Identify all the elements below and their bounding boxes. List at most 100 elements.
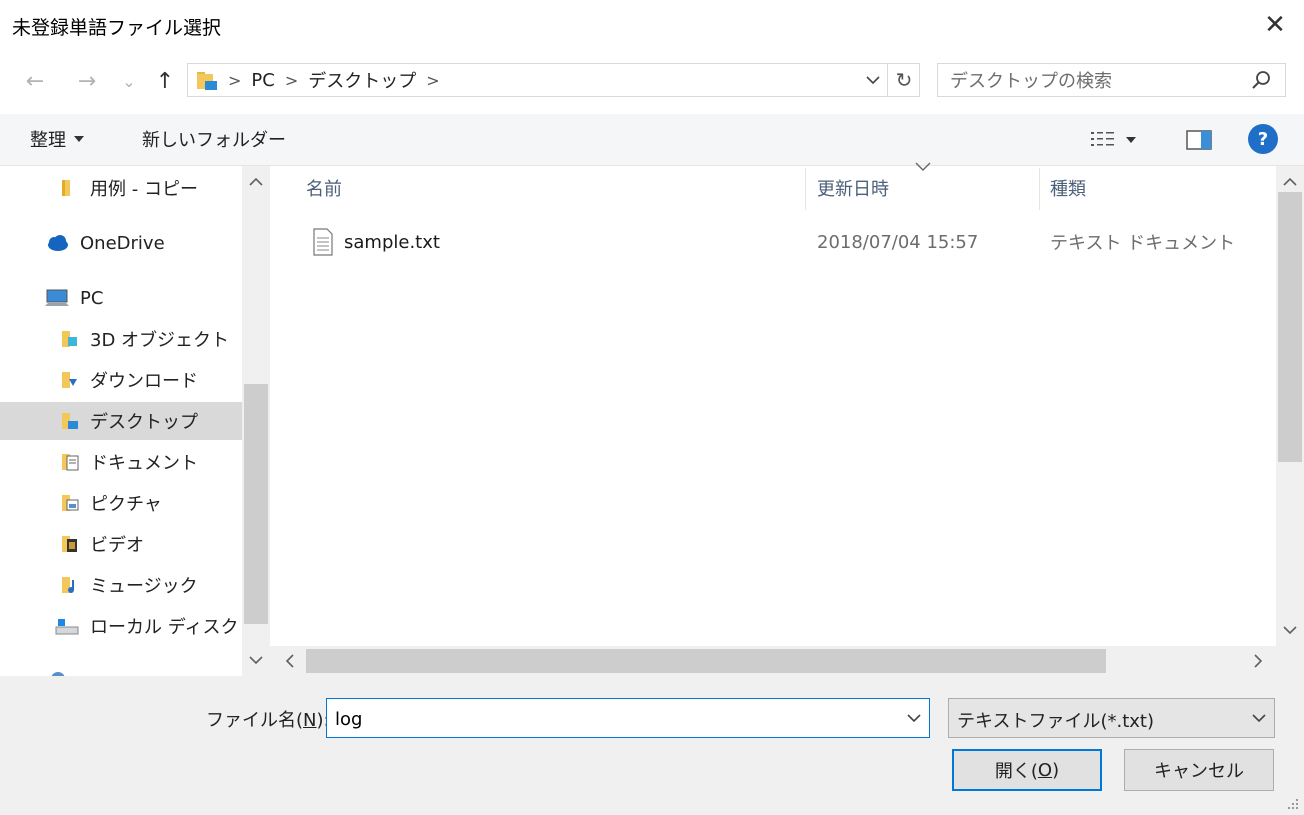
sidebar-item-pictures[interactable]: ピクチャ (0, 484, 242, 522)
filename-input[interactable] (333, 706, 897, 732)
change-view-button[interactable] (1090, 124, 1152, 156)
scroll-up-arrow-icon[interactable] (1278, 170, 1302, 194)
column-divider[interactable] (1039, 168, 1040, 210)
sidebar-item-pc[interactable]: PC (0, 279, 242, 317)
organize-button[interactable]: 整理 (30, 126, 84, 152)
recent-locations-button[interactable]: ⌄ (114, 66, 144, 96)
sidebar-item-label: ローカル ディスク (C (90, 617, 242, 638)
sidebar-item-onedrive[interactable]: OneDrive (0, 224, 242, 262)
breadcrumb-separator-icon[interactable]: > (426, 71, 439, 90)
breadcrumb-desktop[interactable]: デスクトップ (308, 67, 416, 93)
address-bar[interactable]: > PC > デスクトップ > (187, 63, 920, 97)
documents-icon (62, 454, 79, 471)
sidebar-item-network[interactable] (0, 660, 242, 676)
help-button[interactable]: ? (1248, 124, 1278, 154)
forward-button[interactable]: → (72, 66, 102, 96)
details-view-icon (1091, 132, 1114, 146)
filetype-select[interactable]: テキストファイル(*.txt) (948, 698, 1275, 738)
filename-combobox[interactable] (326, 698, 930, 738)
search-box[interactable] (937, 63, 1286, 97)
dropdown-triangle-icon (1126, 137, 1136, 143)
search-icon[interactable] (1248, 68, 1274, 94)
3d-objects-icon (62, 331, 77, 347)
sidebar-item-3d-objects[interactable]: 3D オブジェクト (0, 320, 242, 358)
back-button[interactable]: ← (20, 66, 50, 96)
window-title: 未登録単語ファイル選択 (12, 17, 222, 39)
refresh-icon: ↻ (895, 68, 913, 92)
file-row[interactable]: sample.txt 2018/07/04 15:57 テキスト ドキュメント (300, 222, 1270, 262)
open-button[interactable]: 開く(O) (952, 749, 1102, 791)
sidebar-item-label: デスクトップ (90, 412, 198, 433)
close-icon: ✕ (1264, 10, 1286, 40)
resize-grip-icon[interactable] (1284, 795, 1300, 811)
new-folder-button[interactable]: 新しいフォルダー (142, 126, 286, 152)
sidebar-item-desktop[interactable]: デスクトップ (0, 402, 242, 440)
sidebar-item-label: ピクチャ (90, 494, 162, 515)
scroll-up-arrow-icon[interactable] (244, 170, 268, 194)
computer-icon (45, 289, 69, 306)
vertical-scrollbar-thumb[interactable] (1278, 192, 1302, 462)
cancel-button[interactable]: キャンセル (1124, 749, 1274, 791)
chevron-down-icon (866, 76, 880, 85)
preview-pane-icon[interactable] (1185, 126, 1213, 154)
sidebar-item-videos[interactable]: ビデオ (0, 525, 242, 563)
breadcrumb-pc[interactable]: PC (251, 70, 274, 91)
address-history-dropdown[interactable] (860, 64, 886, 96)
help-icon: ? (1257, 128, 1269, 150)
network-icon (51, 672, 65, 676)
column-header-modified[interactable]: 更新日時 (817, 166, 1037, 210)
dropdown-triangle-icon (74, 136, 84, 142)
chevron-down-icon (907, 714, 921, 723)
close-button[interactable]: ✕ (1258, 8, 1292, 42)
filetype-value: テキストファイル(*.txt) (957, 711, 1154, 732)
column-header-label: 更新日時 (817, 179, 889, 200)
column-header-name[interactable]: 名前 (306, 166, 804, 210)
navigation-pane: 用例 - コピー OneDrive PC 3D オブジェクト ダウンロード デス… (0, 166, 242, 676)
sidebar-item-local-disk[interactable]: ローカル ディスク (C (0, 607, 242, 645)
folder-icon (62, 180, 70, 196)
scroll-down-arrow-icon[interactable] (244, 648, 268, 672)
chevron-down-icon (1249, 708, 1269, 728)
text-file-icon (313, 228, 333, 256)
sidebar-item-copy-folder[interactable]: 用例 - コピー (0, 169, 242, 207)
scroll-left-arrow-icon[interactable] (278, 649, 302, 673)
videos-icon (62, 536, 77, 552)
search-input[interactable] (948, 68, 1242, 94)
up-button[interactable]: ↑ (150, 66, 180, 96)
desktop-folder-icon (197, 72, 217, 90)
navigation-scrollbar-thumb[interactable] (244, 384, 268, 624)
column-header-label: 名前 (306, 179, 342, 200)
desktop-icon (62, 413, 78, 429)
breadcrumb-separator-icon[interactable]: > (285, 71, 298, 90)
file-modified-cell: 2018/07/04 15:57 (817, 231, 979, 253)
filename-dropdown-button[interactable] (904, 708, 924, 728)
chevron-down-icon: ⌄ (122, 71, 136, 91)
sidebar-item-documents[interactable]: ドキュメント (0, 443, 242, 481)
sidebar-item-label: ドキュメント (90, 453, 198, 474)
sidebar-item-downloads[interactable]: ダウンロード (0, 361, 242, 399)
horizontal-scrollbar-thumb[interactable] (306, 649, 1106, 673)
sidebar-item-label: PC (80, 287, 104, 309)
sidebar-item-label: 用例 - コピー (90, 179, 198, 200)
refresh-button[interactable]: ↻ (887, 64, 920, 96)
breadcrumb-separator-icon[interactable]: > (228, 71, 241, 90)
file-name-cell: sample.txt (312, 222, 440, 262)
music-icon (62, 577, 74, 593)
sidebar-item-label: ダウンロード (90, 371, 198, 392)
dialog-footer (0, 676, 1304, 815)
column-header-label: 種類 (1050, 179, 1086, 200)
filename-label: ファイル名(N): (206, 710, 330, 731)
column-divider[interactable] (805, 168, 806, 210)
scroll-right-arrow-icon[interactable] (1246, 649, 1270, 673)
drive-icon (55, 619, 79, 635)
sidebar-item-label: ビデオ (90, 535, 144, 556)
scroll-down-arrow-icon[interactable] (1278, 618, 1302, 642)
back-arrow-icon: ← (25, 68, 45, 94)
download-icon (62, 372, 77, 388)
column-header-type[interactable]: 種類 (1050, 166, 1270, 210)
forward-arrow-icon: → (77, 68, 97, 94)
sidebar-item-label: 3D オブジェクト (90, 330, 230, 351)
organize-label: 整理 (30, 130, 66, 151)
cloud-icon (48, 235, 68, 251)
sidebar-item-music[interactable]: ミュージック (0, 566, 242, 604)
